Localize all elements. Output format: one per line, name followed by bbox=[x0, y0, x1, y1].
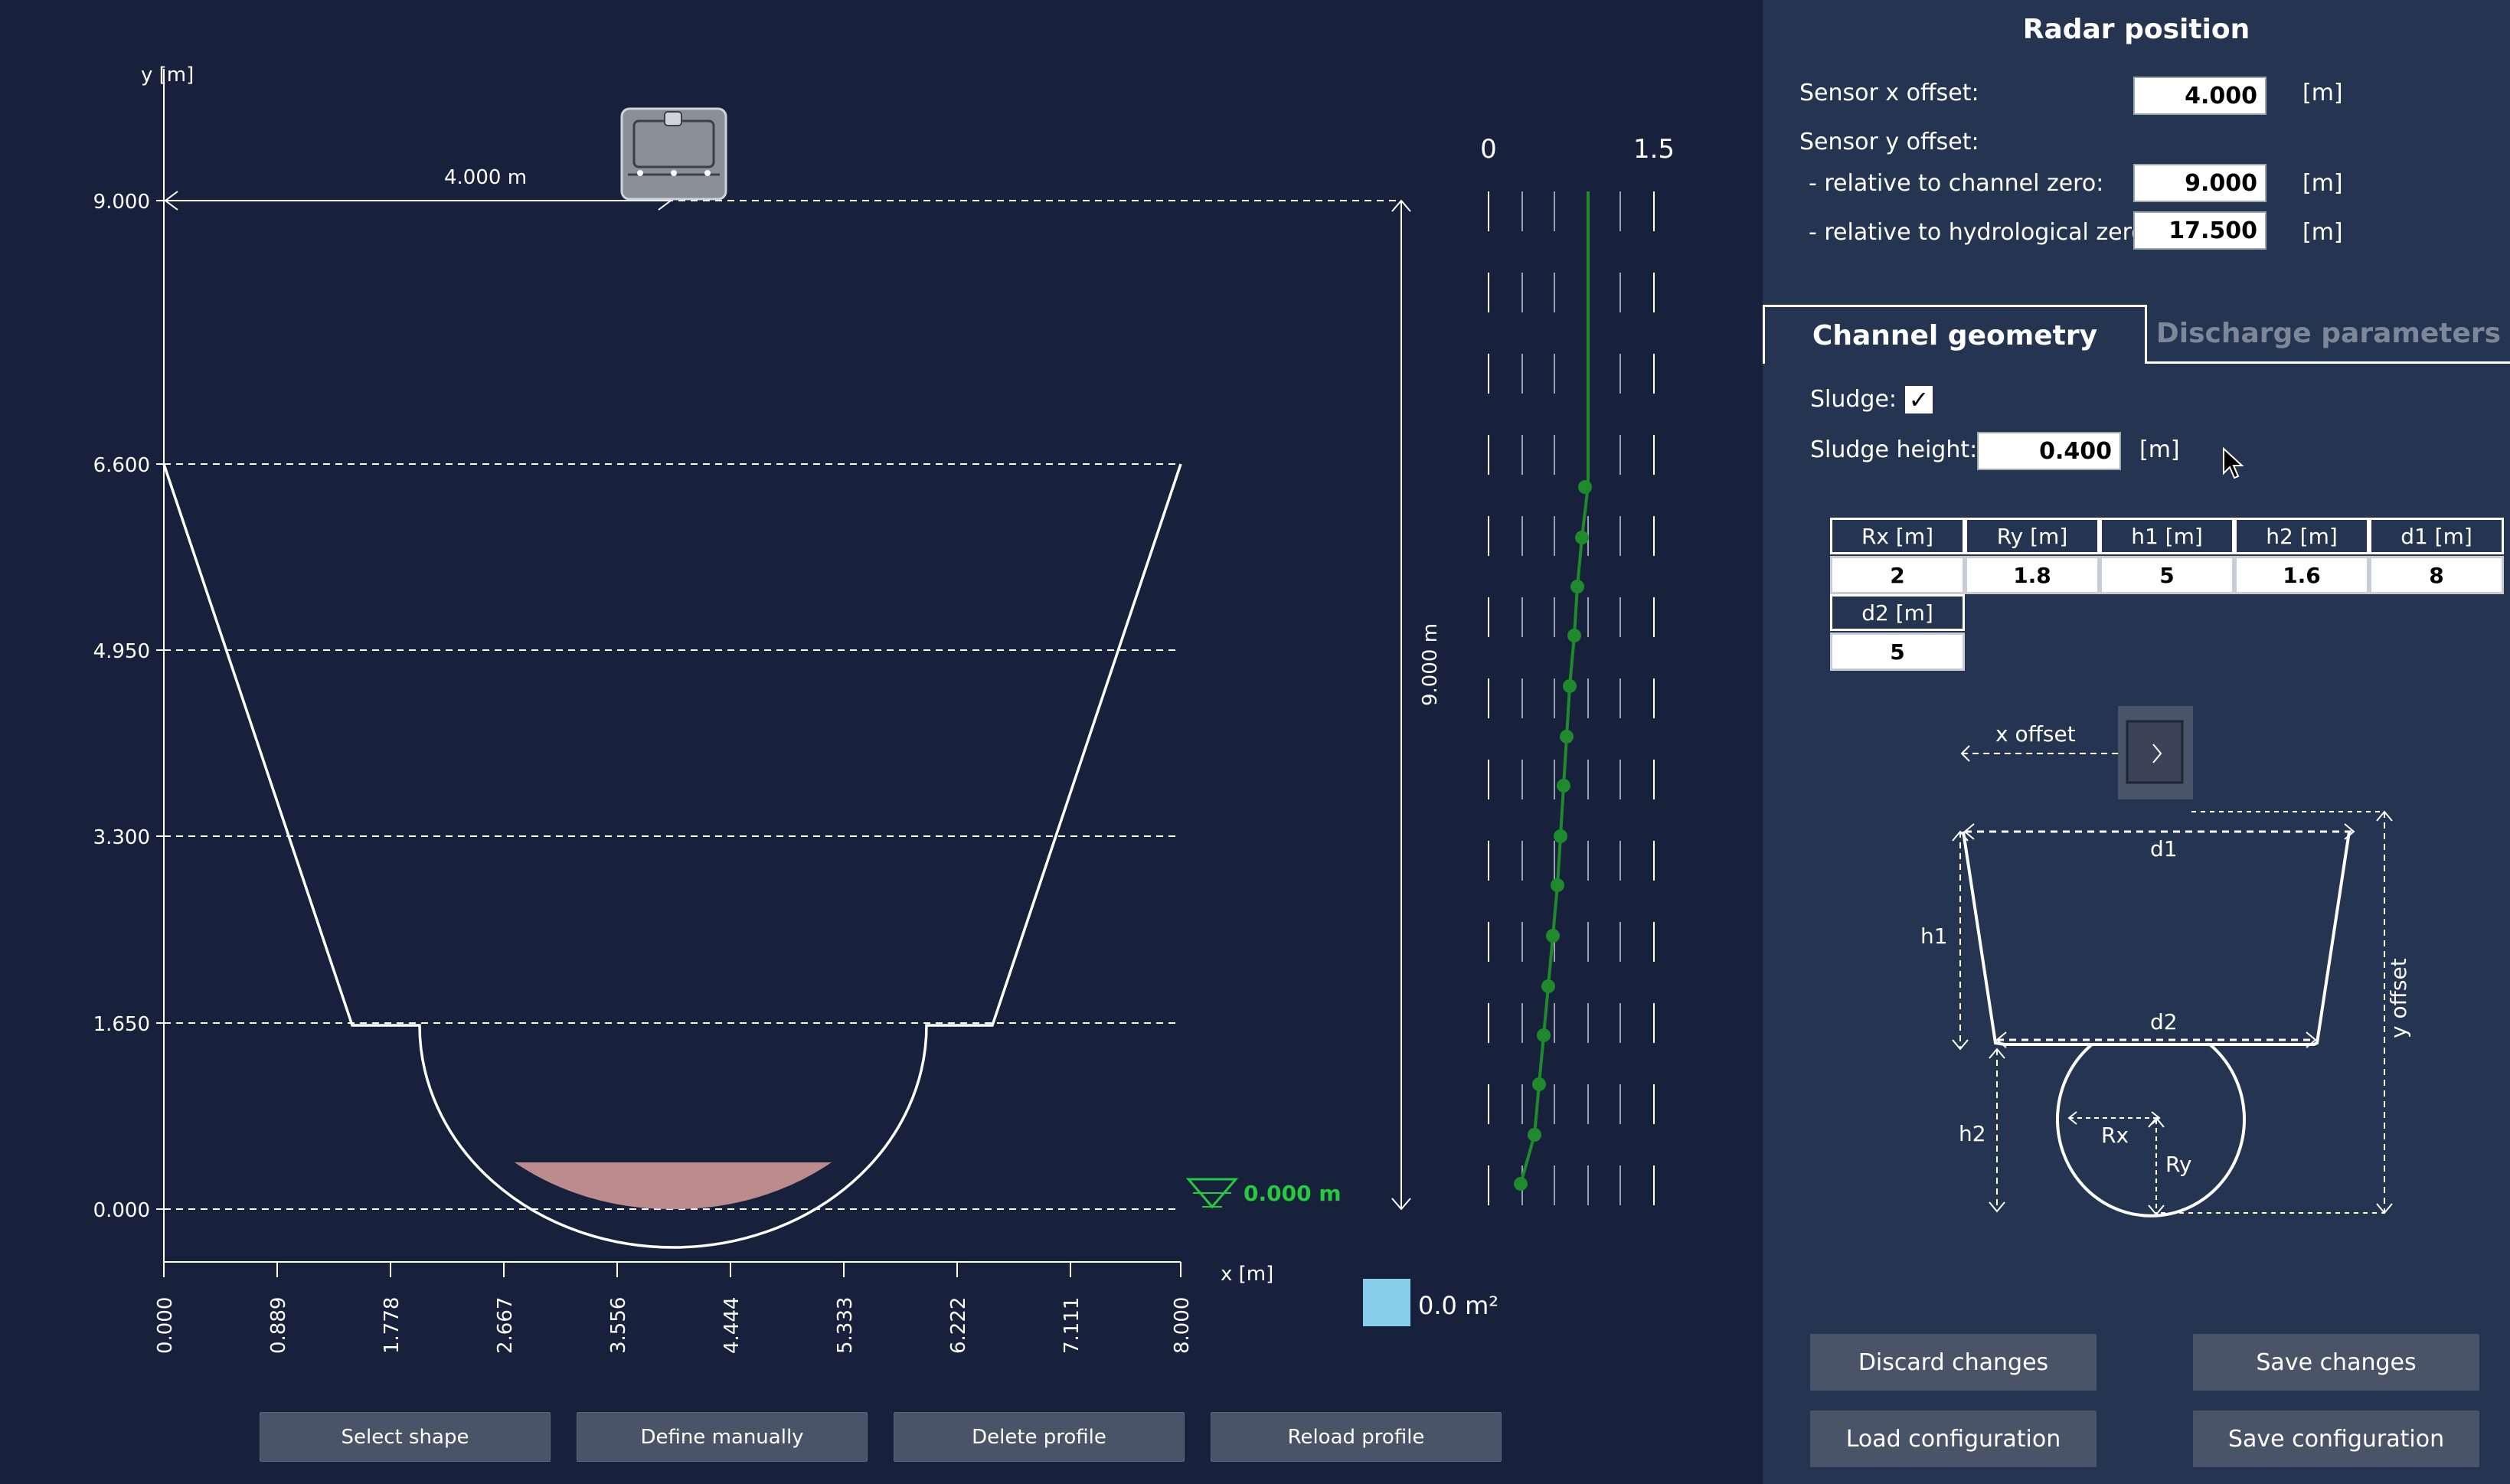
table-header: h1 [m] bbox=[2100, 518, 2234, 554]
x-axis-label: x [m] bbox=[1221, 1263, 1273, 1286]
x-tick-label: 5.333 bbox=[834, 1297, 857, 1354]
strip-max-label: 1.5 bbox=[1633, 134, 1675, 165]
x-tick-label: 0.000 bbox=[154, 1297, 177, 1354]
strip-min-label: 0 bbox=[1480, 134, 1497, 165]
unit-label: [m] bbox=[2302, 219, 2343, 246]
table-cell-d1[interactable]: 8 bbox=[2369, 556, 2504, 594]
d2-label: d2 bbox=[2150, 1009, 2178, 1035]
sensor-y-dimension: 9.000 m bbox=[1391, 199, 1442, 1211]
table-header: h2 [m] bbox=[2234, 518, 2369, 554]
rx-label: Rx bbox=[2101, 1123, 2129, 1148]
ry-label: Ry bbox=[2165, 1152, 2192, 1177]
y-tick-label: 4.950 bbox=[93, 640, 150, 663]
channel-profile-outline bbox=[162, 463, 1182, 1249]
x-tick-label: 7.111 bbox=[1061, 1297, 1083, 1354]
reload-profile-button[interactable]: Reload profile bbox=[1211, 1412, 1502, 1462]
rel-hydro-input[interactable]: 17.500 bbox=[2133, 211, 2267, 250]
water-level-label: 0.000 m bbox=[1244, 1181, 1342, 1206]
geometry-diagram: x offset d1 h1 d2 h2 Rx Ry y offset bbox=[1920, 706, 2411, 1218]
grid-lines bbox=[164, 200, 1401, 1210]
sensor-x-label: Sensor x offset: bbox=[1799, 80, 1979, 106]
table-cell-h1[interactable]: 5 bbox=[2100, 556, 2234, 594]
x-tick-label: 6.222 bbox=[947, 1297, 970, 1354]
sludge-height-label: Sludge height: bbox=[1810, 436, 1978, 463]
y-ticks: 9.000 6.600 4.950 3.300 1.650 0.000 bbox=[93, 191, 164, 1222]
save-configuration-button[interactable]: Save configuration bbox=[2193, 1410, 2479, 1467]
save-changes-button[interactable]: Save changes bbox=[2193, 1334, 2479, 1391]
table-cell-ry[interactable]: 1.8 bbox=[1965, 556, 2100, 594]
discard-changes-button[interactable]: Discard changes bbox=[1810, 1334, 2097, 1391]
x-tick-label: 1.778 bbox=[381, 1297, 404, 1354]
x-tick-label: 8.000 bbox=[1171, 1297, 1194, 1354]
sludge-checkbox[interactable]: ✓ bbox=[1905, 386, 1933, 413]
h2-label: h2 bbox=[1959, 1121, 1986, 1146]
x-offset-label: x offset bbox=[1995, 721, 2076, 747]
y-offset-label: y offset bbox=[2386, 958, 2411, 1038]
unit-label: [m] bbox=[2302, 80, 2343, 106]
table-header: Ry [m] bbox=[1965, 518, 2100, 554]
channel-profile-plot: y [m] x [m] 9.000 6.600 4.950 3.300 1.65… bbox=[93, 64, 1675, 1354]
unit-label: [m] bbox=[2302, 170, 2343, 197]
sludge-height-input[interactable]: 0.400 bbox=[1977, 432, 2121, 470]
table-cell-h2[interactable]: 1.6 bbox=[2234, 556, 2369, 594]
delete-profile-button[interactable]: Delete profile bbox=[894, 1412, 1185, 1462]
sludge-area bbox=[515, 1162, 832, 1210]
rel-hydro-label: - relative to hydrological zero: bbox=[1809, 219, 2153, 246]
select-shape-button[interactable]: Select shape bbox=[260, 1412, 551, 1462]
table-cell-rx[interactable]: 2 bbox=[1830, 556, 1965, 594]
d1-label: d1 bbox=[2150, 836, 2178, 861]
settings-panel: Radar position Sensor x offset: 4.000 [m… bbox=[1763, 0, 2510, 1484]
table-cell-d2[interactable]: 5 bbox=[1830, 632, 1965, 671]
x-tick-label: 0.889 bbox=[267, 1297, 290, 1354]
table-header: Rx [m] bbox=[1830, 518, 1965, 554]
y-tick-label: 0.000 bbox=[93, 1199, 150, 1222]
sensor-x-dim-label: 4.000 m bbox=[444, 166, 527, 189]
y-tick-label: 3.300 bbox=[93, 826, 150, 849]
sensor-x-input[interactable]: 4.000 bbox=[2133, 77, 2267, 115]
sensor-x-dimension: 4.000 m bbox=[164, 166, 672, 211]
velocity-strip: 0 1.5 bbox=[1480, 134, 1675, 1210]
rel-channel-input[interactable]: 9.000 bbox=[2133, 164, 2267, 202]
x-tick-label: 2.667 bbox=[494, 1297, 517, 1354]
y-tick-label: 1.650 bbox=[93, 1013, 150, 1036]
y-tick-label: 6.600 bbox=[93, 454, 150, 477]
y-tick-label: 9.000 bbox=[93, 191, 150, 214]
water-level-marker: 0.000 m bbox=[1185, 1178, 1342, 1209]
x-ticks: 0.000 0.889 1.778 2.667 3.556 4.444 5.33… bbox=[154, 1262, 1194, 1354]
sensor-y-label: Sensor y offset: bbox=[1799, 129, 1979, 155]
load-configuration-button[interactable]: Load configuration bbox=[1810, 1410, 2097, 1467]
area-swatch bbox=[1363, 1279, 1410, 1326]
area-value: 0.0 m² bbox=[1418, 1291, 1498, 1320]
tab-channel-geometry[interactable]: Channel geometry bbox=[1763, 305, 2147, 364]
radar-device-icon bbox=[620, 107, 727, 201]
panel-title: Radar position bbox=[2022, 14, 2250, 45]
sludge-label: Sludge: bbox=[1810, 386, 1897, 413]
x-tick-label: 3.556 bbox=[607, 1297, 630, 1354]
table-header: d1 [m] bbox=[2369, 518, 2504, 554]
define-manually-button[interactable]: Define manually bbox=[577, 1412, 868, 1462]
sensor-y-dim-label: 9.000 m bbox=[1419, 623, 1442, 706]
x-tick-label: 4.444 bbox=[721, 1297, 744, 1354]
tab-discharge-parameters[interactable]: Discharge parameters bbox=[2147, 305, 2510, 361]
mouse-cursor-icon bbox=[2223, 447, 2244, 479]
h1-label: h1 bbox=[1920, 923, 1948, 949]
rel-channel-label: - relative to channel zero: bbox=[1809, 170, 2104, 197]
y-axis-label: y [m] bbox=[141, 64, 194, 87]
table-header: d2 [m] bbox=[1830, 594, 1965, 631]
unit-label: [m] bbox=[2139, 436, 2180, 463]
